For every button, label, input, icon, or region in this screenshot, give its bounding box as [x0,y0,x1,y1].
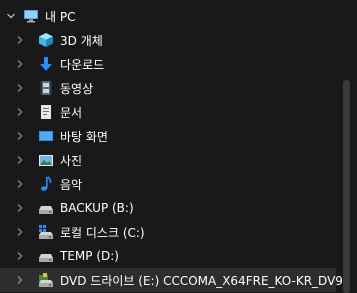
tree-item-music[interactable]: 음악 [0,172,336,196]
drive-icon [38,200,54,216]
tree-item-desktop[interactable]: 바탕 화면 [0,124,336,148]
tree-item-label: 문서 [60,105,83,120]
tree-item-temp-drive[interactable]: TEMP (D:) [0,244,336,268]
windows-drive-icon [38,224,54,240]
tree-item-label: 3D 개체 [60,33,103,48]
tree-item-documents[interactable]: 문서 [0,100,336,124]
pictures-icon [38,152,54,168]
chevron-right-icon[interactable] [15,107,25,117]
tree-item-dvd-drive[interactable]: DVD 드라이브 (E:) CCCOMA_X64FRE_KO-KR_DV9 [0,268,343,292]
tree-item-label: 음악 [60,177,83,192]
tree-item-downloads[interactable]: 다운로드 [0,52,336,76]
tree-item-label: 로컬 디스크 (C:) [60,225,145,240]
tree-item-local-disk-c[interactable]: 로컬 디스크 (C:) [0,220,336,244]
tree-item-label: 사진 [60,153,83,168]
chevron-right-icon[interactable] [15,35,25,45]
videos-icon [38,80,54,96]
chevron-right-icon[interactable] [15,251,25,261]
chevron-right-icon[interactable] [15,131,25,141]
tree-item-label: 내 PC [45,9,76,24]
tree-item-label: BACKUP (B:) [60,201,134,215]
vertical-scrollbar[interactable] [339,80,353,293]
chevron-right-icon[interactable] [15,83,25,93]
tree-item-label: 동영상 [60,81,94,96]
chevron-right-icon[interactable] [15,203,25,213]
downloads-icon [38,56,54,72]
chevron-right-icon[interactable] [15,155,25,165]
navigation-tree: 내 PC 3D 개체 다운로드 동영상 문서 바탕 화면 사진 음악 BACKU… [0,0,343,293]
chevron-right-icon[interactable] [15,227,25,237]
tree-item-label: 바탕 화면 [60,129,108,144]
tree-item-label: TEMP (D:) [60,249,119,263]
tree-item-label: 다운로드 [60,57,105,72]
tree-item-3d-objects[interactable]: 3D 개체 [0,28,336,52]
desktop-icon [38,128,54,144]
music-icon [38,176,54,192]
dvd-drive-icon [38,272,54,288]
tree-item-videos[interactable]: 동영상 [0,76,336,100]
documents-icon [38,104,54,120]
drive-icon [38,248,54,264]
tree-item-label: DVD 드라이브 (E:) CCCOMA_X64FRE_KO-KR_DV9 [60,273,343,288]
scrollbar-thumb[interactable] [343,80,350,293]
tree-item-this-pc[interactable]: 내 PC [0,4,336,28]
chevron-right-icon[interactable] [15,59,25,69]
chevron-down-icon[interactable] [6,11,16,21]
3d-objects-icon [38,32,54,48]
tree-item-backup-drive[interactable]: BACKUP (B:) [0,196,336,220]
tree-item-pictures[interactable]: 사진 [0,148,336,172]
this-pc-icon [23,8,39,24]
chevron-right-icon[interactable] [15,179,25,189]
chevron-right-icon[interactable] [15,275,25,285]
